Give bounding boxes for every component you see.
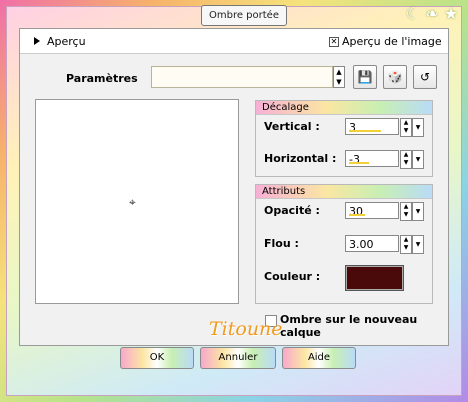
opacity-value: 30	[349, 205, 363, 218]
ok-button[interactable]: OK	[120, 347, 194, 369]
vertical-input[interactable]: 3	[345, 118, 399, 135]
preview-toggle-row[interactable]: Aperçu ✕ Aperçu de l'image	[20, 29, 448, 54]
horizontal-dropdown[interactable]: ▼	[412, 150, 424, 169]
attributes-group: Attributs Opacité : 30 ▲ ▼ ▼ Flou : 3.00 …	[255, 184, 433, 304]
reset-button[interactable]: ↺	[413, 65, 437, 89]
save-preset-button[interactable]: 💾	[353, 65, 377, 89]
horizontal-value: -3	[349, 153, 360, 166]
shadow-new-layer-label: Ombre sur le nouveau calque	[280, 313, 418, 339]
title-bar-icons: ☾ ❧ ★	[404, 4, 460, 26]
star-icon[interactable]: ★	[442, 4, 460, 24]
opacity-level-bar	[349, 214, 365, 216]
save-icon: 💾	[357, 70, 373, 84]
moon-icon[interactable]: ☾	[404, 4, 422, 24]
dice-icon: 🎲	[387, 70, 403, 84]
watermark-signature: Titoune	[209, 318, 283, 340]
blur-dropdown[interactable]: ▼	[412, 235, 424, 254]
preview-label: Aperçu	[47, 35, 86, 48]
horizontal-spinner[interactable]: ▲ ▼	[400, 150, 412, 169]
presets-dropdown[interactable]	[151, 66, 333, 88]
blur-label: Flou :	[264, 237, 299, 250]
image-preview-checkbox[interactable]: ✕	[329, 37, 339, 47]
color-swatch[interactable]	[345, 265, 404, 291]
attributes-group-title: Attributs	[256, 185, 432, 199]
dialog-window: Ombre portée ☾ ❧ ★ Aperçu ✕ Aperçu de l'…	[0, 0, 468, 402]
move-cursor-icon[interactable]: ⌖	[129, 195, 136, 210]
vertical-dropdown[interactable]: ▼	[412, 118, 424, 137]
cancel-button[interactable]: Annuler	[200, 347, 276, 369]
horizontal-level-bar	[349, 162, 369, 164]
blur-spinner[interactable]: ▲ ▼	[400, 235, 412, 254]
opacity-spinner[interactable]: ▲ ▼	[400, 202, 412, 221]
leaf-icon[interactable]: ❧	[423, 4, 441, 24]
opacity-dropdown[interactable]: ▼	[412, 202, 424, 221]
vertical-level-bar	[349, 130, 381, 132]
randomize-button[interactable]: 🎲	[383, 65, 407, 89]
offset-group-title: Décalage	[256, 101, 432, 115]
main-panel: Aperçu ✕ Aperçu de l'image Paramètres ▲ ▼…	[19, 28, 449, 346]
vertical-value: 3	[349, 121, 356, 134]
offset-group: Décalage Vertical : 3 ▲ ▼ ▼ Horizontal : …	[255, 100, 433, 177]
blur-value: 3.00	[349, 238, 374, 251]
vertical-spinner[interactable]: ▲ ▼	[400, 118, 412, 137]
color-label: Couleur :	[264, 270, 321, 283]
image-preview-label: Aperçu de l'image	[342, 35, 442, 48]
opacity-input[interactable]: 30	[345, 202, 399, 219]
presets-label: Paramètres	[66, 72, 138, 85]
horizontal-label: Horizontal :	[264, 152, 337, 165]
reset-icon: ↺	[419, 70, 431, 84]
blur-input[interactable]: 3.00	[345, 235, 399, 252]
expand-arrow-icon[interactable]	[34, 37, 40, 45]
vertical-label: Vertical :	[264, 120, 320, 133]
horizontal-input[interactable]: -3	[345, 150, 399, 167]
opacity-label: Opacité :	[264, 204, 320, 217]
help-button[interactable]: Aide	[282, 347, 356, 369]
preview-canvas[interactable]: ⌖	[35, 99, 239, 304]
dialog-title: Ombre portée	[201, 5, 287, 26]
presets-dropdown-arrow[interactable]: ▲ ▼	[333, 66, 345, 88]
